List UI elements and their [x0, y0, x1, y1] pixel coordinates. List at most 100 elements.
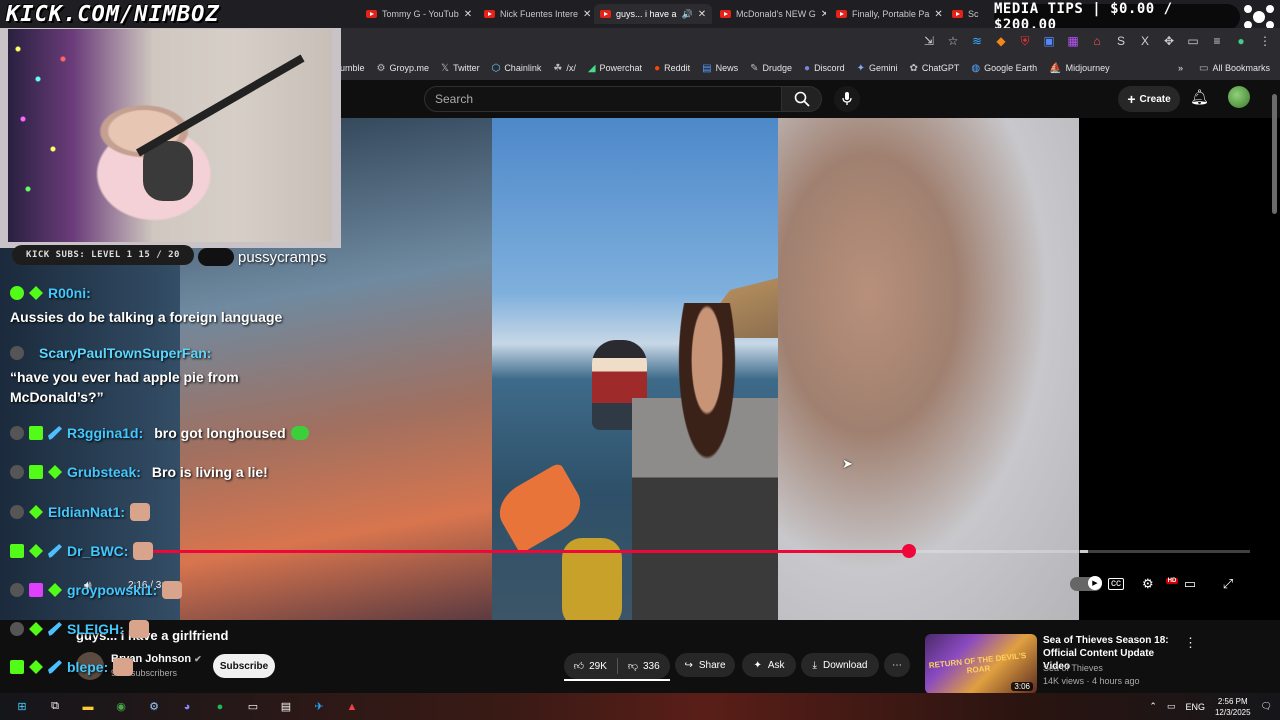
tab-label: Sc: [968, 9, 979, 19]
theater-mode-icon[interactable]: ▭: [1180, 576, 1200, 592]
mod-badge-icon: [29, 622, 43, 636]
ext-purple-icon[interactable]: ▦: [1066, 34, 1080, 49]
youtube-favicon-icon: [952, 10, 963, 18]
bookmark-reddit[interactable]: ● Reddit: [654, 63, 690, 74]
bookmark-twitter[interactable]: 𝕏 Twitter: [441, 63, 480, 74]
thumbs-up-icon: 👍︎: [573, 661, 585, 672]
subscribe-button[interactable]: Subscribe: [213, 654, 275, 678]
emote: [290, 426, 309, 440]
tray-chevron-icon[interactable]: ⌃: [1149, 701, 1157, 712]
cast-icon[interactable]: ▭: [1186, 34, 1200, 49]
share-button[interactable]: ↪ Share: [675, 653, 735, 677]
network-icon[interactable]: ▭: [1167, 701, 1176, 712]
bookmark-drudge[interactable]: ✎ Drudge: [750, 63, 792, 74]
chrome-icon[interactable]: ◉: [110, 698, 132, 716]
user-avatar-icon: [10, 583, 24, 597]
kebab-menu-icon[interactable]: ⋮: [1258, 34, 1272, 49]
bookmark-x-board[interactable]: ☘/x/: [553, 63, 575, 74]
video-frame: [492, 118, 778, 620]
recommended-thumbnail[interactable]: RETURN OF THE DEVIL'S ROAR 3:06: [925, 634, 1037, 694]
star-icon[interactable]: ☆: [946, 34, 960, 49]
download-icon: ⤓: [812, 659, 817, 671]
recommended-channel[interactable]: Sea of Thieves: [1043, 663, 1103, 673]
ext-s-icon[interactable]: S: [1114, 34, 1128, 49]
all-bookmarks[interactable]: ▭ All Bookmarks: [1199, 63, 1270, 74]
plus-icon: +: [1127, 91, 1136, 107]
menu-list-icon[interactable]: ≡: [1210, 34, 1224, 49]
notepad-icon[interactable]: ▤: [275, 698, 297, 716]
task-view-icon[interactable]: ⧉: [44, 698, 66, 716]
tab-portable[interactable]: Finally, Portable Pa ✕: [830, 4, 944, 24]
tab-nick-fuentes[interactable]: Nick Fuentes Intere ✕: [478, 4, 592, 24]
bookmark-groyp[interactable]: ⚙ Groyp.me: [377, 63, 429, 74]
bookmark-midjourney[interactable]: ⛵ Midjourney: [1049, 63, 1109, 74]
x-ext-icon[interactable]: X: [1138, 34, 1152, 49]
bookmark-rumble[interactable]: umble: [340, 63, 365, 73]
close-icon[interactable]: ✕: [583, 9, 591, 20]
screen: Tommy G - YouTub ✕ Nick Fuentes Intere ✕…: [0, 0, 1280, 720]
tab-tommy-g[interactable]: Tommy G - YouTub ✕: [360, 4, 478, 24]
notifications-icon[interactable]: 🗨︎: [1261, 701, 1272, 712]
telegram-icon[interactable]: ✈: [308, 698, 330, 716]
notifications-bell-icon[interactable]: 🔔︎: [1190, 88, 1209, 106]
steam-icon[interactable]: ⚙: [143, 698, 165, 716]
progress-scrubber[interactable]: [902, 544, 916, 558]
emote: [198, 248, 234, 266]
bookmark-discord[interactable]: ● Discord: [804, 63, 845, 74]
tab-mcdonalds[interactable]: McDonald's NEW G ✕: [714, 4, 826, 24]
microphone-icon[interactable]: [834, 86, 860, 112]
ext-red-icon[interactable]: ⌂: [1090, 34, 1104, 49]
chat-username: SLEIGH:: [67, 621, 124, 637]
clock[interactable]: 2:56 PM 12/3/2025: [1215, 696, 1251, 718]
windows-start-icon[interactable]: ⊞: [11, 698, 33, 716]
shield-ext-icon[interactable]: ⛨: [1018, 34, 1032, 49]
close-icon[interactable]: ✕: [821, 9, 826, 20]
create-button[interactable]: + Create: [1118, 86, 1180, 112]
account-avatar[interactable]: [1228, 86, 1250, 108]
scrollbar-thumb[interactable]: [1272, 94, 1277, 214]
install-icon[interactable]: ⇲: [922, 34, 936, 49]
mod-badge-icon: [48, 465, 62, 479]
search-icon[interactable]: [782, 86, 822, 112]
bookmark-google-earth[interactable]: ◍ Google Earth: [971, 63, 1037, 74]
app-red-icon[interactable]: ▲: [341, 698, 363, 716]
profile-icon[interactable]: ●: [1234, 34, 1248, 49]
kebab-menu-icon[interactable]: ⋮: [1184, 635, 1197, 651]
bookmark-chatgpt[interactable]: ✿ ChatGPT: [909, 63, 959, 74]
discord-taskbar-icon[interactable]: ◕: [176, 698, 198, 716]
tab-sc[interactable]: Sc: [946, 4, 986, 24]
settings-gear-icon[interactable]: ⚙ HD: [1142, 576, 1179, 592]
terminal-icon[interactable]: ▭: [242, 698, 264, 716]
bookmark-chainlink[interactable]: ⬡ Chainlink: [492, 63, 542, 74]
close-icon[interactable]: ✕: [698, 9, 706, 20]
download-label: Download: [822, 659, 868, 671]
bookmark-powerchat[interactable]: ◢ Powerchat: [588, 63, 642, 74]
language-indicator[interactable]: ENG: [1185, 702, 1205, 712]
more-bookmarks-icon[interactable]: »: [1178, 63, 1183, 73]
bookmark-news[interactable]: ▤ News: [702, 63, 738, 74]
metamask-icon[interactable]: ◆: [994, 34, 1008, 49]
speaker-icon[interactable]: 🔊: [682, 9, 693, 20]
ask-button[interactable]: ✦ Ask: [742, 653, 796, 677]
spotify-icon[interactable]: ●: [209, 698, 231, 716]
mod-badge-icon: [29, 505, 43, 519]
extension-audio-icon[interactable]: ≋: [970, 34, 984, 49]
file-explorer-icon[interactable]: ▬: [77, 698, 99, 716]
download-button[interactable]: ⤓ Download: [801, 653, 879, 677]
bookmark-gemini[interactable]: ✦ Gemini: [857, 63, 898, 74]
close-icon[interactable]: ✕: [934, 9, 942, 20]
fullscreen-icon[interactable]: ⤢: [1218, 576, 1238, 592]
dislike-button[interactable]: 👎︎ 336: [618, 653, 671, 679]
bookmark-label: Twitter: [453, 63, 480, 73]
tab-active-video[interactable]: guys... i have a 🔊 ✕: [594, 4, 712, 24]
earth-icon: ◍: [971, 62, 981, 74]
close-icon[interactable]: ✕: [464, 9, 472, 20]
like-button[interactable]: 👍︎ 29K: [564, 653, 617, 679]
autoplay-toggle[interactable]: [1070, 576, 1102, 591]
ext-box-icon[interactable]: ▣: [1042, 34, 1056, 49]
captions-icon[interactable]: cc: [1108, 578, 1124, 590]
search-input[interactable]: Search: [424, 86, 782, 112]
puzzle-icon[interactable]: ✥: [1162, 34, 1176, 49]
page-scrollbar[interactable]: [1271, 82, 1278, 690]
more-actions-button[interactable]: ⋯: [884, 653, 910, 677]
